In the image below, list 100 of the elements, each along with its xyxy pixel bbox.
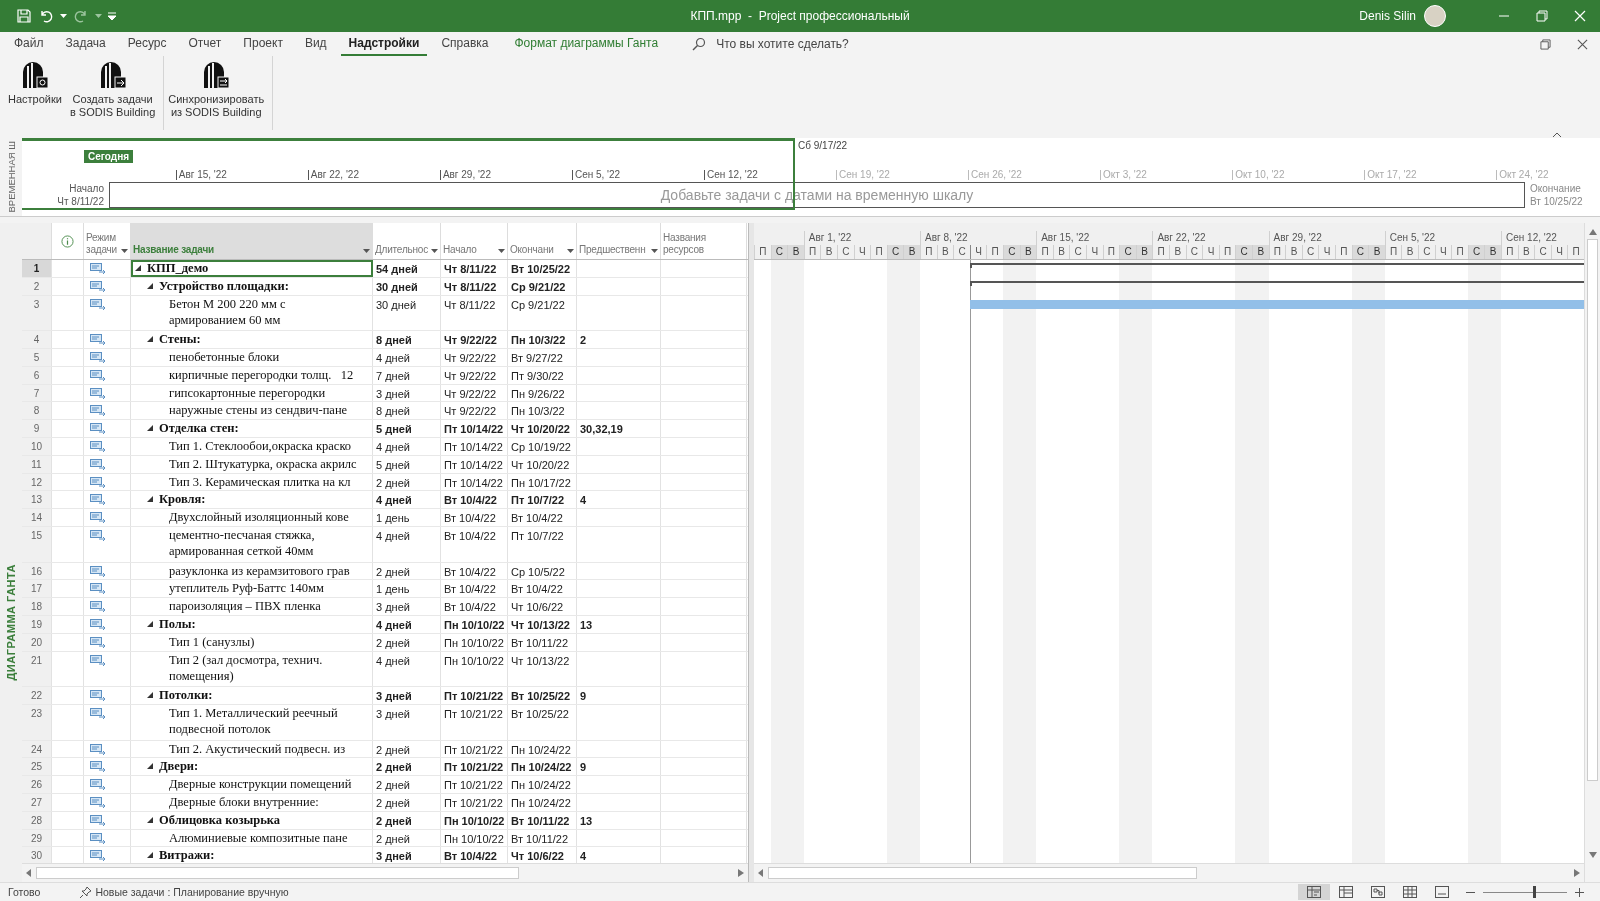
day-label: П (803, 245, 821, 259)
vertical-scrollbar[interactable] (1584, 223, 1600, 882)
column-header[interactable]: Предшественн (577, 223, 661, 259)
view-icon (1435, 886, 1449, 898)
task-name: пароизоляция – ПВХ пленка (169, 598, 321, 615)
outline-toggle-icon[interactable] (135, 265, 141, 271)
row-number[interactable]: 9 (22, 420, 52, 437)
horizontal-scrollbar[interactable] (754, 863, 1584, 882)
row-number[interactable]: 26 (22, 776, 52, 793)
row-number[interactable]: 3 (22, 295, 52, 331)
row-number[interactable]: 13 (22, 491, 52, 509)
customize-icon[interactable] (108, 12, 116, 20)
row-number[interactable]: 25 (22, 758, 52, 776)
timeline-tick: Сен 26, '22 (968, 170, 1022, 180)
predecessors-cell-text: 30,32,19 (580, 422, 623, 437)
ribbon-tab[interactable]: Справка (433, 32, 497, 56)
row-number[interactable]: 30 (22, 847, 52, 863)
caret-icon[interactable] (60, 14, 67, 18)
collapse-ribbon-icon[interactable] (1552, 132, 1562, 138)
day-label: Ч (969, 245, 987, 259)
row-number[interactable]: 4 (22, 331, 52, 348)
ribbon-tab[interactable]: Формат диаграммы Ганта (506, 32, 667, 56)
restore-icon[interactable] (1540, 38, 1551, 50)
outline-toggle-icon[interactable] (147, 852, 153, 859)
start-cell-text: Пт 10/21/22 (444, 795, 503, 811)
outline-toggle-icon[interactable] (147, 336, 153, 343)
avatar[interactable] (1424, 5, 1446, 27)
row-number[interactable]: 21 (22, 651, 52, 687)
close-icon[interactable] (1577, 38, 1588, 50)
tell-me-field[interactable]: Что вы хотите сделать? (714, 36, 879, 52)
column-label: Названия ресурсов (663, 232, 707, 256)
redo-icon[interactable] (73, 8, 89, 24)
outline-toggle-icon[interactable] (147, 282, 153, 289)
row-number[interactable]: 15 (22, 526, 52, 562)
dropdown-caret-icon[interactable] (498, 249, 505, 253)
outline-toggle-icon[interactable] (147, 692, 153, 699)
ribbon-tab[interactable]: Надстройки (340, 32, 428, 56)
ribbon-tab[interactable]: Файл (6, 32, 52, 56)
summary-bar[interactable] (969, 263, 1584, 268)
ribbon-tab[interactable]: Ресурс (119, 32, 175, 56)
manual-task-icon (90, 263, 106, 274)
dropdown-caret-icon[interactable] (121, 249, 128, 253)
scroll-up-icon (1588, 229, 1597, 235)
zoom-thumb[interactable] (1533, 886, 1537, 898)
manual-task-icon (90, 690, 106, 702)
column-label: Начало (443, 244, 478, 256)
finish-cell-text: Вт 10/11/22 (511, 813, 570, 829)
row-number[interactable]: 23 (22, 704, 52, 740)
view-button[interactable] (1298, 884, 1330, 900)
horizontal-scrollbar[interactable] (22, 863, 748, 882)
ribbon-button[interactable]: Синхронизировать из SODIS Building (166, 58, 267, 121)
dropdown-caret-icon[interactable] (651, 249, 658, 253)
row-number[interactable]: 8 (22, 402, 52, 420)
task-name: Двери: (159, 758, 199, 775)
outline-toggle-icon[interactable] (147, 763, 153, 770)
ribbon-button[interactable]: Настройки (6, 58, 64, 108)
column-header[interactable]: Начало (441, 223, 508, 259)
save-icon[interactable] (16, 8, 32, 24)
summary-bar[interactable] (969, 280, 1584, 286)
outline-toggle-icon[interactable] (147, 425, 153, 432)
user-name[interactable]: Denis Silin (1359, 9, 1416, 23)
start-label: Начало (69, 182, 104, 195)
ribbon-button[interactable]: Создать задачи в SODIS Building (67, 58, 158, 121)
row-number[interactable]: 17 (22, 580, 52, 598)
row-number[interactable]: 18 (22, 598, 52, 615)
view-label[interactable]: ДИАГРАММА ГАНТА (5, 564, 17, 681)
row-number[interactable]: 1 (22, 260, 52, 277)
dropdown-caret-icon[interactable] (363, 249, 370, 253)
undo-icon[interactable] (38, 8, 54, 24)
day-label: С (1351, 245, 1369, 259)
caret-icon[interactable] (95, 14, 102, 18)
row-number[interactable]: 14 (22, 509, 52, 526)
ribbon-tab[interactable]: Задача (57, 32, 114, 56)
row-number[interactable]: 22 (22, 687, 52, 704)
start-cell-text: Чт 9/22/22 (444, 351, 497, 366)
finish-cell-text: Пт 9/30/22 (511, 368, 564, 384)
timeline-tick: Сен 5, '22 (571, 170, 621, 180)
duration-cell-text: 4 дней (376, 528, 410, 544)
column-header[interactable]: Названия ресурсов (661, 223, 747, 259)
outline-toggle-icon[interactable] (147, 816, 153, 823)
start-cell-text: Пн 10/10/22 (444, 813, 505, 829)
column-header[interactable]: Длительнос (373, 223, 441, 259)
zoom-in-icon[interactable] (1575, 887, 1584, 897)
manual-task-icon (90, 814, 106, 826)
dropdown-caret-icon[interactable] (431, 249, 438, 253)
start-cell-text: Пн 10/10/22 (444, 831, 504, 847)
duration-cell-text: 4 дней (376, 351, 410, 366)
column-header[interactable]: Окончани (508, 223, 577, 259)
manual-task-icon (90, 280, 106, 292)
outline-toggle-icon[interactable] (147, 620, 153, 627)
ribbon-tab[interactable]: Вид (296, 32, 335, 56)
column-header[interactable]: Название задачи (131, 223, 373, 259)
pin-icon[interactable] (80, 886, 93, 898)
new-tasks-mode[interactable]: Новые задачи : Планирование вручную (95, 886, 289, 898)
finish-cell-text: Ср 10/19/22 (511, 439, 571, 455)
ribbon-tab[interactable]: Проект (235, 32, 291, 56)
ribbon-tab[interactable]: Отчет (180, 32, 230, 56)
outline-toggle-icon[interactable] (147, 496, 153, 503)
day-label: В (1252, 245, 1269, 259)
dropdown-caret-icon[interactable] (567, 249, 574, 253)
